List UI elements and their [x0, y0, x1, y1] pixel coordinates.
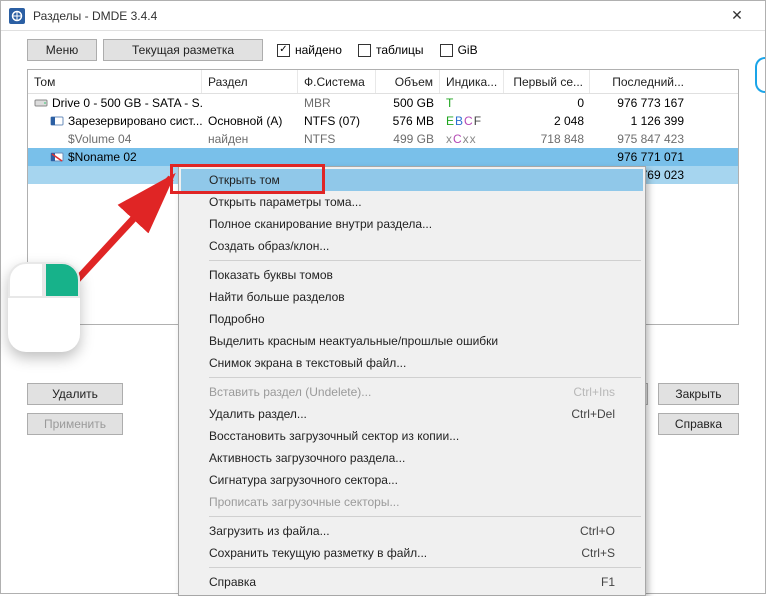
ctx-details[interactable]: Подробно: [181, 308, 643, 330]
col-first[interactable]: Первый се...: [504, 70, 590, 93]
menu-button[interactable]: Меню: [27, 39, 97, 61]
table-row[interactable]: Drive 0 - 500 GB - SATA - S... MBR 500 G…: [28, 94, 738, 112]
tables-label: таблицы: [376, 43, 424, 57]
right-mouse-icon: [44, 262, 80, 298]
found-label: найдено: [295, 43, 342, 57]
titlebar: Разделы - DMDE 3.4.4 ✕: [1, 1, 765, 31]
table-row[interactable]: Зарезервировано сист... Основной (A) NTF…: [28, 112, 738, 130]
tables-checkbox[interactable]: таблицы: [358, 43, 424, 57]
current-layout-button[interactable]: Текущая разметка: [103, 39, 263, 61]
ctx-load-file[interactable]: Загрузить из файла...Ctrl+O: [181, 520, 643, 542]
ctx-boot-signature[interactable]: Сигнатура загрузочного сектора...: [181, 469, 643, 491]
apply-button[interactable]: Применить: [27, 413, 123, 435]
volume-icon-error: [50, 151, 64, 163]
ctx-open-params[interactable]: Открыть параметры тома...: [181, 191, 643, 213]
ctx-open-volume[interactable]: Открыть том: [181, 169, 643, 191]
col-last[interactable]: Последний...: [590, 70, 690, 93]
close-button[interactable]: ✕: [717, 7, 757, 24]
table-row-selected[interactable]: $Noname 02 976 771 071: [28, 148, 738, 166]
found-checkbox[interactable]: ✓найдено: [277, 43, 342, 57]
ctx-save-layout[interactable]: Сохранить текущую разметку в файл...Ctrl…: [181, 542, 643, 564]
gib-label: GiB: [458, 43, 478, 57]
col-indic[interactable]: Индика...: [440, 70, 504, 93]
ctx-insert[interactable]: Вставить раздел (Undelete)...Ctrl+Ins: [181, 381, 643, 403]
ctx-find-more[interactable]: Найти больше разделов: [181, 286, 643, 308]
ctx-snapshot[interactable]: Снимок экрана в текстовый файл...: [181, 352, 643, 374]
context-menu: Открыть том Открыть параметры тома... По…: [178, 166, 646, 596]
col-fs[interactable]: Ф.Система: [298, 70, 376, 93]
ctx-show-letters[interactable]: Показать буквы томов: [181, 264, 643, 286]
ctx-write-boot[interactable]: Прописать загрузочные секторы...: [181, 491, 643, 513]
toolbar: Меню Текущая разметка ✓найдено таблицы G…: [1, 31, 765, 69]
col-volume[interactable]: Том: [28, 70, 202, 93]
drive-icon: [34, 97, 48, 109]
help-button[interactable]: Справка: [658, 413, 739, 435]
col-size[interactable]: Объем: [376, 70, 440, 93]
volume-icon: [50, 115, 64, 127]
ctx-restore-boot[interactable]: Восстановить загрузочный сектор из копии…: [181, 425, 643, 447]
ctx-full-scan[interactable]: Полное сканирование внутри раздела...: [181, 213, 643, 235]
col-partition[interactable]: Раздел: [202, 70, 298, 93]
app-icon: [9, 8, 25, 24]
ctx-help[interactable]: СправкаF1: [181, 571, 643, 593]
gib-checkbox[interactable]: GiB: [440, 43, 478, 57]
mouse-rightclick-hint: [8, 262, 80, 352]
table-row[interactable]: $Volume 04 найден NTFS 499 GB xCxx 718 8…: [28, 130, 738, 148]
close-button-footer[interactable]: Закрыть: [658, 383, 739, 405]
ctx-boot-activity[interactable]: Активность загрузочного раздела...: [181, 447, 643, 469]
table-header: Том Раздел Ф.Система Объем Индика... Пер…: [28, 70, 738, 94]
window-title: Разделы - DMDE 3.4.4: [33, 9, 717, 23]
delete-button[interactable]: Удалить: [27, 383, 123, 405]
ctx-highlight-red[interactable]: Выделить красным неактуальные/прошлые ош…: [181, 330, 643, 352]
ctx-create-image[interactable]: Создать образ/клон...: [181, 235, 643, 257]
ctx-delete-part[interactable]: Удалить раздел...Ctrl+Del: [181, 403, 643, 425]
side-tab-hint[interactable]: [755, 57, 765, 93]
